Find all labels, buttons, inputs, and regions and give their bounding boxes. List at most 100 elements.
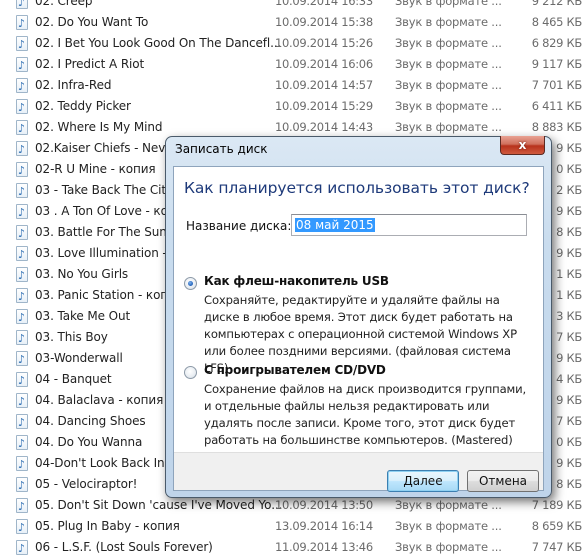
file-type: Звук в формате ... [395,78,502,92]
file-date: 10.09.2014 15:26 [275,36,373,50]
cd-dvd-option-title[interactable]: С проигрывателем CD/DVD [204,363,386,377]
usb-option-radio[interactable] [184,277,197,290]
file-row[interactable]: 02. Creep 10.09.2014 16:33 Звук в формате … [0,0,587,13]
file-name: 06 - L.S.F. (Lost Souls Forever) [35,540,213,554]
audio-file-icon [16,370,28,391]
audio-file-icon [16,139,28,160]
file-date: 13.09.2014 16:14 [275,519,373,533]
file-name: 03. Panic Station - копия [35,288,183,302]
audio-file-icon [16,160,28,181]
file-size: 7 КБ [556,414,582,428]
audio-file-icon [16,34,28,55]
file-size: 7 747 КБ [531,540,583,554]
file-size: 8 КБ [556,225,582,239]
close-icon: x [518,138,527,152]
audio-file-icon [16,223,28,244]
file-row[interactable]: 02. I Bet You Look Good On The Dancefl..… [0,33,587,55]
file-size: 9 КБ [556,393,582,407]
file-row[interactable]: 06 - L.S.F. (Lost Souls Forever) 11.09.20… [0,537,587,559]
file-name: 03. Take Me Out [35,309,131,323]
file-size: 9 КБ [556,141,582,155]
audio-file-icon [16,118,28,139]
file-type: Звук в формате ... [395,15,502,29]
file-size: 8 КБ [556,477,582,491]
file-row[interactable]: 02. Where Is My Mind 10.09.2014 14:43 Звук… [0,117,587,139]
audio-file-icon [16,13,28,34]
audio-file-icon [16,244,28,265]
file-size: 6 829 КБ [531,36,583,50]
file-size: 9 КБ [556,351,582,365]
file-name: 02. Do You Want To [35,15,149,29]
close-button[interactable]: x [500,136,545,155]
dialog-title: Записать диск [175,142,268,156]
file-size: 6 411 КБ [531,99,583,113]
file-size: 9 117 КБ [531,57,583,71]
file-name: 03. This Boy [35,330,108,344]
file-name: 03-Wonderwall [35,351,123,365]
file-date: 10.09.2014 16:06 [275,57,373,71]
file-type: Звук в формате ... [395,0,502,8]
audio-file-icon [16,97,28,118]
file-row[interactable]: 02. Teddy Picker 10.09.2014 15:29 Звук в ф… [0,96,587,118]
file-date: 10.09.2014 15:29 [275,99,373,113]
file-name: 02. Where Is My Mind [35,120,163,134]
audio-file-icon [16,181,28,202]
file-size: 0 КБ [556,162,582,176]
file-type: Звук в формате ... [395,36,502,50]
file-size: 1 КБ [556,267,582,281]
cancel-button[interactable]: Отмена [467,470,539,492]
file-size: 8 659 КБ [531,519,583,533]
file-date: 10.09.2014 13:50 [275,498,373,512]
file-date: 10.09.2014 14:43 [275,120,373,134]
disc-name-value: 08 май 2015 [295,218,375,232]
file-name: 02. I Predict A Riot [35,57,145,71]
file-size: 7 КБ [556,330,582,344]
file-date: 10.09.2014 15:38 [275,15,373,29]
cd-dvd-option-description: Сохранение файлов на диск производится г… [204,382,527,447]
file-name: 04. Balaclava - копия [35,393,164,407]
audio-file-icon [16,496,28,517]
file-date: 10.09.2014 14:57 [275,78,373,92]
audio-file-icon [16,517,28,538]
file-size: 0 КБ [556,435,582,449]
audio-file-icon [16,202,28,223]
audio-file-icon [16,433,28,454]
file-type: Звук в формате ... [395,57,502,71]
dialog-heading: Как планируется использовать этот диск? [184,179,530,197]
file-row[interactable]: 02. I Predict A Riot 10.09.2014 16:06 Звук… [0,54,587,76]
file-size: 9 КБ [556,456,582,470]
file-name: 02. I Bet You Look Good On The Dancefl..… [35,36,282,50]
file-size: 8 883 КБ [531,120,583,134]
cd-dvd-option-radio[interactable] [184,366,197,379]
burn-disc-dialog: Записать диск x Как планируется использо… [165,136,552,498]
audio-file-icon [16,76,28,97]
audio-file-icon [16,0,28,13]
file-type: Звук в формате ... [395,99,502,113]
file-row[interactable]: 02. Infra-Red 10.09.2014 14:57 Звук в форм… [0,75,587,97]
file-name: 03 - Take Back The City [35,183,173,197]
file-name: 04. Do You Wanna [35,435,143,449]
next-button[interactable]: Далее [387,470,459,492]
file-name: 05. Plug In Baby - копия [35,519,180,533]
file-name: 04 - Banquet [35,372,112,386]
file-name: 02. Teddy Picker [35,99,131,113]
file-name: 02. Creep [35,0,93,8]
file-type: Звук в формате ... [395,540,502,554]
file-type: Звук в формате ... [395,120,502,134]
file-row[interactable]: 05. Don't Sit Down 'cause I've Moved Yo.… [0,495,587,517]
file-size: 9 212 КБ [531,0,583,8]
file-size: 2 КБ [556,183,582,197]
audio-file-icon [16,328,28,349]
file-row[interactable]: 02. Do You Want To 10.09.2014 15:38 Звук в… [0,12,587,34]
usb-option-title[interactable]: Как флеш-накопитель USB [204,274,389,288]
audio-file-icon [16,454,28,475]
audio-file-icon [16,475,28,496]
audio-file-icon [16,538,28,559]
file-row[interactable]: 05. Plug In Baby - копия 13.09.2014 16:14… [0,516,587,538]
file-size: 9 КБ [556,246,582,260]
disc-name-input[interactable]: 08 май 2015 [291,214,527,236]
disc-name-label: Название диска: [186,219,292,233]
file-type: Звук в формате ... [395,498,502,512]
audio-file-icon [16,349,28,370]
file-size: 7 189 КБ [531,498,583,512]
